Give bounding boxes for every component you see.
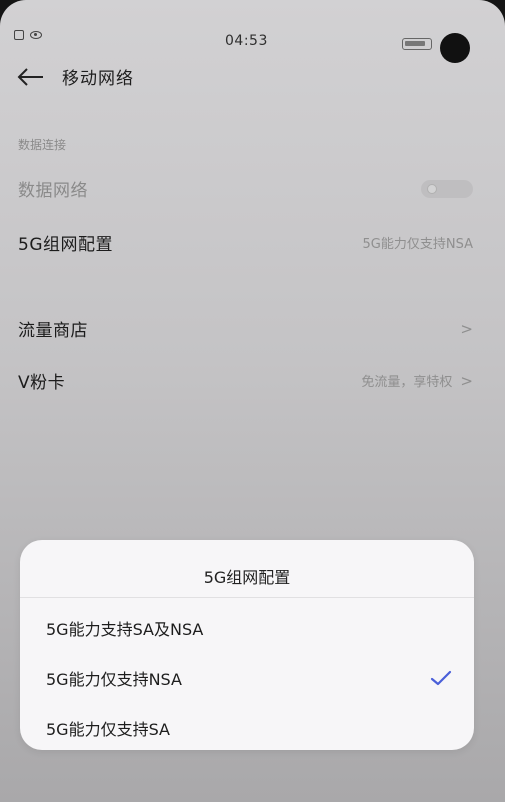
battery-icon: [402, 38, 432, 50]
chevron-right-icon: >: [460, 319, 473, 338]
option-label: 5G能力仅支持SA: [46, 720, 170, 739]
eye-icon: [30, 31, 42, 39]
option-nsa-only[interactable]: 5G能力仅支持NSA: [46, 656, 452, 700]
phone-screen: 04:53 移动网络 数据连接 数据网络 5G组网配置 5G能力仅支持NSA 流…: [0, 0, 505, 802]
v-card-row[interactable]: V粉卡 免流量，享特权 >: [18, 368, 473, 394]
clock: 04:53: [225, 33, 268, 49]
camera-cutout: [440, 33, 470, 63]
status-icons: [14, 30, 42, 40]
v-card-value-text: 免流量，享特权: [361, 375, 453, 390]
back-arrow-icon[interactable]: [16, 66, 46, 88]
traffic-store-value: >: [460, 320, 473, 338]
network-config-value-text: 5G能力仅支持NSA: [362, 237, 473, 252]
option-label: 5G能力支持SA及NSA: [46, 620, 204, 639]
dialog-divider: [20, 597, 474, 598]
v-card-label: V粉卡: [18, 373, 66, 393]
network-config-value: 5G能力仅支持NSA: [363, 233, 473, 252]
dialog-title: 5G组网配置: [203, 568, 291, 587]
data-network-label: 数据网络: [18, 181, 88, 201]
chevron-right-icon: >: [460, 371, 473, 390]
notification-icon: [14, 30, 24, 40]
section-label: 数据连接: [18, 138, 67, 152]
traffic-store-row[interactable]: 流量商店 >: [18, 316, 473, 342]
option-label: 5G能力仅支持NSA: [46, 670, 182, 689]
status-bar: 04:53: [0, 0, 505, 63]
v-card-value: 免流量，享特权 >: [361, 371, 473, 391]
data-network-row: 数据网络: [18, 176, 473, 201]
network-config-row[interactable]: 5G组网配置 5G能力仅支持NSA: [18, 230, 473, 255]
page-title: 移动网络: [62, 69, 134, 89]
traffic-store-label: 流量商店: [18, 321, 88, 341]
header: 移动网络: [16, 64, 134, 89]
data-network-toggle[interactable]: [421, 179, 473, 198]
option-sa-only[interactable]: 5G能力仅支持SA: [46, 706, 452, 750]
network-config-label: 5G组网配置: [18, 235, 113, 255]
check-icon: [430, 670, 452, 686]
option-sa-and-nsa[interactable]: 5G能力支持SA及NSA: [46, 606, 452, 650]
network-config-dialog: 5G组网配置 5G能力支持SA及NSA 5G能力仅支持NSA 5G能力仅支持SA: [20, 540, 474, 750]
toggle-knob: [427, 183, 437, 194]
